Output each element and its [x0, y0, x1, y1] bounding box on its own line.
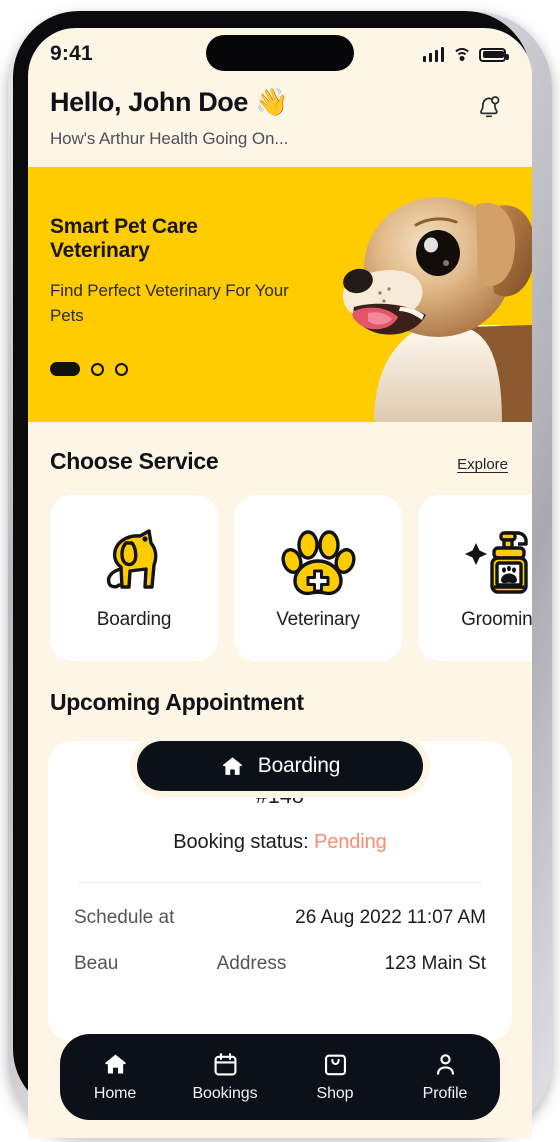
- appointment-section: Boarding #148 Booking status: Pending Sc…: [48, 741, 512, 1041]
- bottom-navigation[interactable]: Home Bookings Shop Profile: [60, 1034, 500, 1120]
- battery-full-icon: [479, 47, 509, 62]
- page-title: Hello, John Doe 👋: [50, 87, 289, 117]
- screenshot-root: 9:41 Hello, John Doe 👋 How's Arthur Heal…: [0, 0, 560, 1142]
- row-value: 26 Aug 2022 11:07 AM: [295, 907, 486, 928]
- appointment-type-badge[interactable]: Boarding: [137, 741, 423, 791]
- explore-link[interactable]: Explore: [457, 456, 508, 473]
- bell-icon: [480, 96, 500, 118]
- home-icon: [222, 756, 242, 775]
- service-card-grooming[interactable]: Grooming: [418, 495, 532, 661]
- booking-status: Booking status: Pending: [74, 831, 486, 854]
- banner-title: Smart Pet Care Veterinary: [50, 215, 198, 262]
- section-title-upcoming: Upcoming Appointment: [50, 689, 304, 715]
- status-badge: Pending: [314, 831, 387, 853]
- cellular-signal-icon: [422, 46, 444, 62]
- service-label: Veterinary: [276, 609, 360, 630]
- row-value: 123 Main St: [384, 953, 486, 974]
- service-label: Boarding: [96, 609, 172, 630]
- dynamic-island: [206, 35, 354, 71]
- row-key: Address: [216, 953, 287, 974]
- notification-button[interactable]: [468, 86, 510, 128]
- tab-label: Shop: [316, 1085, 354, 1102]
- appointment-row-address: Beau Address 123 Main St: [74, 953, 486, 975]
- status-indicators: [422, 46, 509, 62]
- person-icon: [436, 1054, 454, 1075]
- appointment-type-label: Boarding: [257, 754, 341, 777]
- service-label: Grooming: [461, 609, 532, 630]
- pet-name: Beau: [74, 953, 119, 974]
- tab-label: Profile: [422, 1085, 468, 1102]
- appointment-row-schedule: Schedule at 26 Aug 2022 11:07 AM: [74, 907, 486, 929]
- service-card-list[interactable]: Boarding Veterinary Groomin: [28, 475, 532, 661]
- phone-screen: 9:41 Hello, John Doe 👋 How's Arthur Heal…: [28, 28, 532, 1138]
- dog-sitting-icon: [106, 529, 158, 589]
- home-icon: [104, 1054, 126, 1074]
- banner-description: Find Perfect Veterinary For Your Pets: [50, 281, 289, 325]
- service-card-boarding[interactable]: Boarding: [50, 495, 218, 661]
- greeting-section: Hello, John Doe 👋 How's Arthur Health Go…: [28, 80, 532, 167]
- grooming-bottle-icon: [465, 531, 528, 594]
- choose-service-header: Choose Service Explore: [28, 422, 532, 475]
- wifi-icon: [452, 47, 471, 62]
- calendar-icon: [214, 1053, 236, 1076]
- carousel-dot[interactable]: [115, 362, 128, 376]
- banner-text: Smart Pet Care Veterinary Find Perfect V…: [28, 167, 296, 328]
- section-title-choose-service: Choose Service: [50, 448, 219, 474]
- service-card-veterinary[interactable]: Veterinary: [234, 495, 402, 661]
- paw-medical-cross-icon: [281, 530, 356, 596]
- booking-status-label: Booking status:: [173, 831, 309, 853]
- tab-label: Bookings: [192, 1085, 258, 1102]
- promo-banner[interactable]: Smart Pet Care Veterinary Find Perfect V…: [28, 167, 532, 422]
- banner-dog-photo: [288, 175, 532, 422]
- carousel-dot-active[interactable]: [50, 362, 80, 376]
- row-key: Schedule at: [74, 907, 175, 928]
- greeting-subtitle: How's Arthur Health Going On...: [50, 129, 289, 148]
- carousel-dots[interactable]: [50, 362, 128, 376]
- tab-bookings[interactable]: Bookings: [170, 1051, 280, 1103]
- tab-profile[interactable]: Profile: [390, 1051, 500, 1103]
- card-divider: [78, 882, 482, 883]
- tab-label: Home: [93, 1085, 137, 1102]
- status-time: 9:41: [50, 42, 93, 65]
- shopping-bag-icon: [324, 1054, 346, 1076]
- tab-home[interactable]: Home: [60, 1051, 170, 1103]
- carousel-dot[interactable]: [91, 362, 104, 376]
- tab-shop[interactable]: Shop: [280, 1051, 390, 1103]
- status-bar: 9:41: [28, 28, 532, 80]
